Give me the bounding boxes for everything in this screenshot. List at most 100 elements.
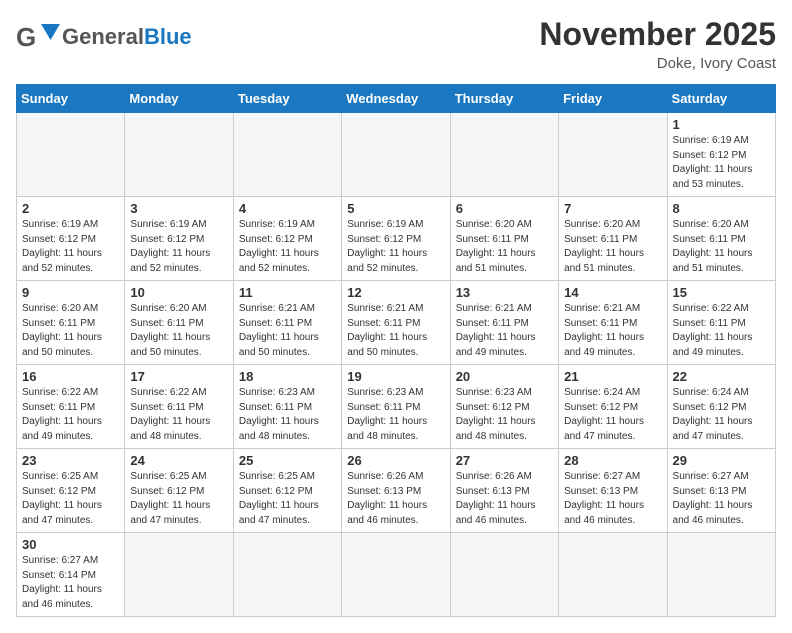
day-number: 15	[673, 285, 770, 300]
day-info: Sunrise: 6:19 AM Sunset: 6:12 PM Dayligh…	[130, 218, 227, 276]
calendar-week-row: 1 Sunrise: 6:19 AM Sunset: 6:12 PM Daylig…	[17, 113, 776, 197]
day-info: Sunrise: 6:19 AM Sunset: 6:12 PM Dayligh…	[239, 218, 336, 276]
calendar-cell: 18 Sunrise: 6:23 AM Sunset: 6:11 PM Dayli…	[233, 365, 341, 449]
calendar-cell	[125, 113, 233, 197]
calendar-cell: 17 Sunrise: 6:22 AM Sunset: 6:11 PM Dayli…	[125, 365, 233, 449]
day-number: 27	[456, 453, 553, 468]
day-number: 26	[347, 453, 444, 468]
day-info: Sunrise: 6:20 AM Sunset: 6:11 PM Dayligh…	[456, 218, 553, 276]
day-info: Sunrise: 6:25 AM Sunset: 6:12 PM Dayligh…	[22, 470, 119, 528]
day-number: 22	[673, 369, 770, 384]
day-info: Sunrise: 6:21 AM Sunset: 6:11 PM Dayligh…	[564, 302, 661, 360]
day-info: Sunrise: 6:20 AM Sunset: 6:11 PM Dayligh…	[130, 302, 227, 360]
day-info: Sunrise: 6:19 AM Sunset: 6:12 PM Dayligh…	[673, 134, 770, 192]
logo-brand: G GeneralBlue	[16, 16, 192, 58]
day-info: Sunrise: 6:19 AM Sunset: 6:12 PM Dayligh…	[22, 218, 119, 276]
day-number: 6	[456, 201, 553, 216]
calendar-week-row: 16 Sunrise: 6:22 AM Sunset: 6:11 PM Dayli…	[17, 365, 776, 449]
location: Doke, Ivory Coast	[539, 55, 776, 72]
calendar-day-header: Tuesday	[233, 85, 341, 113]
month-title: November 2025	[539, 16, 776, 53]
day-info: Sunrise: 6:27 AM Sunset: 6:14 PM Dayligh…	[22, 554, 119, 612]
calendar-cell: 26Sunrise: 6:26 AM Sunset: 6:13 PM Dayli…	[342, 449, 450, 533]
calendar-cell	[559, 533, 667, 617]
calendar-cell: 22 Sunrise: 6:24 AM Sunset: 6:12 PM Dayli…	[667, 365, 775, 449]
day-number: 25	[239, 453, 336, 468]
day-number: 10	[130, 285, 227, 300]
calendar-week-row: 2 Sunrise: 6:19 AM Sunset: 6:12 PM Daylig…	[17, 197, 776, 281]
calendar-cell: 20 Sunrise: 6:23 AM Sunset: 6:12 PM Dayli…	[450, 365, 558, 449]
page-header: G GeneralBlue November 2025 Doke, Ivory …	[16, 16, 776, 72]
day-info: Sunrise: 6:25 AM Sunset: 6:12 PM Dayligh…	[239, 470, 336, 528]
calendar-day-header: Wednesday	[342, 85, 450, 113]
day-info: Sunrise: 6:23 AM Sunset: 6:11 PM Dayligh…	[239, 386, 336, 444]
calendar-day-header: Thursday	[450, 85, 558, 113]
day-number: 17	[130, 369, 227, 384]
calendar-cell: 16 Sunrise: 6:22 AM Sunset: 6:11 PM Dayli…	[17, 365, 125, 449]
calendar-cell: 7Sunrise: 6:20 AM Sunset: 6:11 PM Daylig…	[559, 197, 667, 281]
day-info: Sunrise: 6:22 AM Sunset: 6:11 PM Dayligh…	[130, 386, 227, 444]
day-info: Sunrise: 6:23 AM Sunset: 6:12 PM Dayligh…	[456, 386, 553, 444]
day-info: Sunrise: 6:22 AM Sunset: 6:11 PM Dayligh…	[22, 386, 119, 444]
logo-icon: G	[16, 16, 66, 58]
day-info: Sunrise: 6:20 AM Sunset: 6:11 PM Dayligh…	[22, 302, 119, 360]
calendar-week-row: 30Sunrise: 6:27 AM Sunset: 6:14 PM Dayli…	[17, 533, 776, 617]
calendar-day-header: Saturday	[667, 85, 775, 113]
calendar-cell: 2 Sunrise: 6:19 AM Sunset: 6:12 PM Daylig…	[17, 197, 125, 281]
calendar-cell: 12Sunrise: 6:21 AM Sunset: 6:11 PM Dayli…	[342, 281, 450, 365]
calendar-cell	[17, 113, 125, 197]
day-number: 1	[673, 117, 770, 132]
title-section: November 2025 Doke, Ivory Coast	[539, 16, 776, 72]
day-info: Sunrise: 6:20 AM Sunset: 6:11 PM Dayligh…	[564, 218, 661, 276]
day-info: Sunrise: 6:24 AM Sunset: 6:12 PM Dayligh…	[673, 386, 770, 444]
calendar-cell: 3 Sunrise: 6:19 AM Sunset: 6:12 PM Daylig…	[125, 197, 233, 281]
calendar-cell: 10 Sunrise: 6:20 AM Sunset: 6:11 PM Dayli…	[125, 281, 233, 365]
calendar-day-header: Friday	[559, 85, 667, 113]
logo-general: General	[62, 24, 144, 50]
calendar-cell	[559, 113, 667, 197]
day-number: 18	[239, 369, 336, 384]
day-number: 23	[22, 453, 119, 468]
day-info: Sunrise: 6:23 AM Sunset: 6:11 PM Dayligh…	[347, 386, 444, 444]
svg-text:G: G	[16, 22, 36, 52]
calendar-cell	[342, 533, 450, 617]
calendar-cell: 21 Sunrise: 6:24 AM Sunset: 6:12 PM Dayli…	[559, 365, 667, 449]
day-info: Sunrise: 6:21 AM Sunset: 6:11 PM Dayligh…	[456, 302, 553, 360]
day-number: 13	[456, 285, 553, 300]
calendar-cell: 4Sunrise: 6:19 AM Sunset: 6:12 PM Daylig…	[233, 197, 341, 281]
calendar-cell: 19 Sunrise: 6:23 AM Sunset: 6:11 PM Dayli…	[342, 365, 450, 449]
day-info: Sunrise: 6:24 AM Sunset: 6:12 PM Dayligh…	[564, 386, 661, 444]
day-info: Sunrise: 6:21 AM Sunset: 6:11 PM Dayligh…	[347, 302, 444, 360]
calendar-cell	[233, 113, 341, 197]
day-number: 16	[22, 369, 119, 384]
day-info: Sunrise: 6:22 AM Sunset: 6:11 PM Dayligh…	[673, 302, 770, 360]
calendar-cell: 15 Sunrise: 6:22 AM Sunset: 6:11 PM Dayli…	[667, 281, 775, 365]
calendar: SundayMondayTuesdayWednesdayThursdayFrid…	[16, 84, 776, 617]
day-number: 14	[564, 285, 661, 300]
day-number: 8	[673, 201, 770, 216]
calendar-cell: 27 Sunrise: 6:26 AM Sunset: 6:13 PM Dayli…	[450, 449, 558, 533]
calendar-cell: 8 Sunrise: 6:20 AM Sunset: 6:11 PM Daylig…	[667, 197, 775, 281]
calendar-header-row: SundayMondayTuesdayWednesdayThursdayFrid…	[17, 85, 776, 113]
day-number: 21	[564, 369, 661, 384]
day-number: 19	[347, 369, 444, 384]
calendar-cell	[450, 113, 558, 197]
calendar-cell: 9Sunrise: 6:20 AM Sunset: 6:11 PM Daylig…	[17, 281, 125, 365]
day-number: 20	[456, 369, 553, 384]
calendar-cell: 11 Sunrise: 6:21 AM Sunset: 6:11 PM Dayli…	[233, 281, 341, 365]
calendar-cell: 29Sunrise: 6:27 AM Sunset: 6:13 PM Dayli…	[667, 449, 775, 533]
calendar-day-header: Sunday	[17, 85, 125, 113]
day-number: 2	[22, 201, 119, 216]
day-info: Sunrise: 6:21 AM Sunset: 6:11 PM Dayligh…	[239, 302, 336, 360]
calendar-cell: 1 Sunrise: 6:19 AM Sunset: 6:12 PM Daylig…	[667, 113, 775, 197]
day-info: Sunrise: 6:19 AM Sunset: 6:12 PM Dayligh…	[347, 218, 444, 276]
day-number: 28	[564, 453, 661, 468]
day-number: 5	[347, 201, 444, 216]
calendar-cell	[342, 113, 450, 197]
day-info: Sunrise: 6:20 AM Sunset: 6:11 PM Dayligh…	[673, 218, 770, 276]
day-number: 3	[130, 201, 227, 216]
day-number: 11	[239, 285, 336, 300]
day-info: Sunrise: 6:26 AM Sunset: 6:13 PM Dayligh…	[456, 470, 553, 528]
day-number: 29	[673, 453, 770, 468]
calendar-cell	[125, 533, 233, 617]
